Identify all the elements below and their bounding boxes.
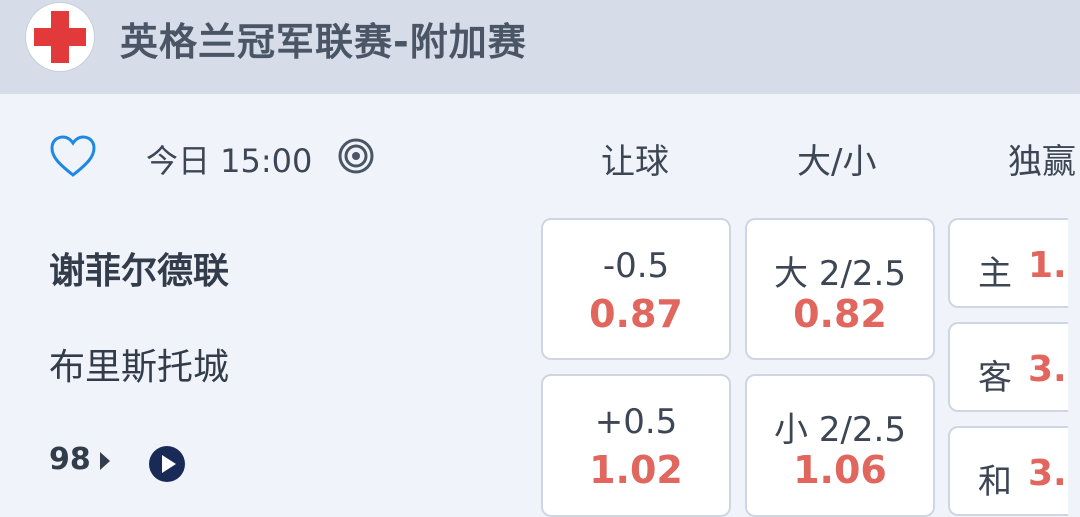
win-draw-odds: 3.4 [1028, 453, 1068, 494]
column-header-over-under: 大/小 [797, 142, 877, 182]
win-home-label: 主 [978, 254, 1012, 294]
target-icon[interactable] [337, 137, 375, 175]
home-team-name[interactable]: 谢菲尔德联 [49, 242, 229, 294]
league-header[interactable]: 英格兰冠军联赛-附加赛 [0, 0, 1080, 94]
win-draw-label: 和 [978, 462, 1012, 502]
win-away-cell[interactable]: 客 3.9 [948, 322, 1068, 412]
win-home-cell[interactable]: 主 1.8 [948, 218, 1068, 308]
over-cell[interactable]: 大 2/2.5 0.82 [745, 218, 935, 360]
match-time: 今日 15:00 [146, 142, 313, 180]
handicap-away-line: +0.5 [594, 402, 678, 442]
over-odds: 0.82 [793, 292, 887, 336]
column-header-win: 独赢 [1008, 142, 1076, 182]
win-away-odds: 3.9 [1028, 349, 1068, 390]
handicap-home-odds: 0.87 [589, 292, 683, 336]
under-cell[interactable]: 小 2/2.5 1.06 [745, 374, 935, 517]
under-odds: 1.06 [793, 448, 887, 492]
caret-right-icon[interactable] [98, 450, 112, 472]
more-markets-count[interactable]: 98 [49, 442, 91, 477]
handicap-home-line: -0.5 [602, 246, 670, 286]
win-column-clip: 主 1.8 客 3.9 和 3.4 [940, 200, 1068, 517]
handicap-away-cell[interactable]: +0.5 1.02 [541, 374, 731, 517]
win-draw-cell[interactable]: 和 3.4 [948, 426, 1068, 516]
red-cross-flag-icon [26, 3, 94, 71]
handicap-away-odds: 1.02 [589, 448, 683, 492]
over-line: 大 2/2.5 [774, 254, 906, 294]
league-title: 英格兰冠军联赛-附加赛 [120, 20, 527, 64]
win-away-label: 客 [978, 358, 1012, 398]
under-line: 小 2/2.5 [774, 410, 906, 450]
column-header-handicap: 让球 [601, 142, 669, 182]
handicap-home-cell[interactable]: -0.5 0.87 [541, 218, 731, 360]
win-home-odds: 1.8 [1028, 245, 1068, 286]
heart-icon[interactable] [49, 134, 97, 178]
away-team-name[interactable]: 布里斯托城 [49, 338, 229, 390]
play-circle-icon[interactable] [148, 445, 186, 483]
